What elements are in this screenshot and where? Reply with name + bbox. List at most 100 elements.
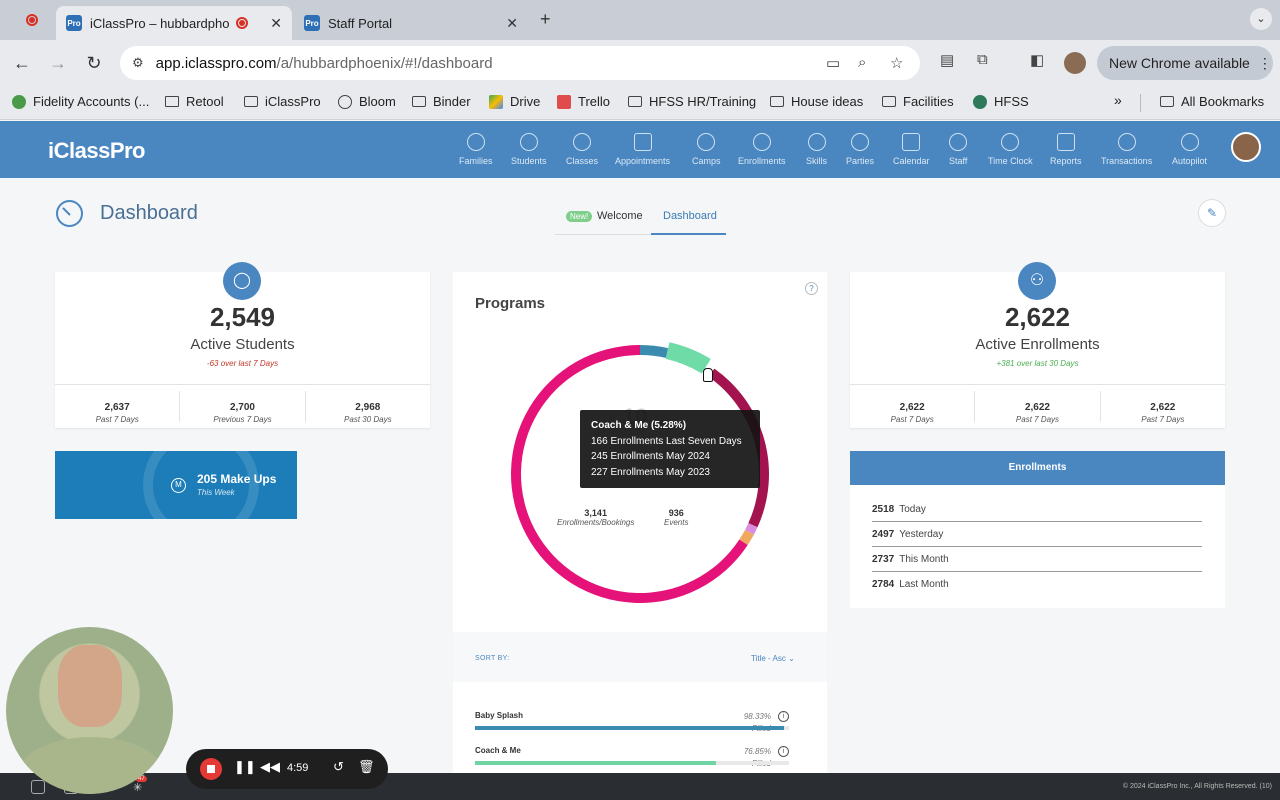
- pause-icon[interactable]: ❚❚: [234, 759, 256, 775]
- progress-track: [475, 726, 789, 730]
- makeups-title: 205 Make Ups: [197, 472, 277, 486]
- rewind-icon[interactable]: ◀◀: [260, 759, 280, 775]
- nav-appointments[interactable]: Appointments: [615, 133, 670, 166]
- bookmark-label: Trello: [578, 94, 611, 109]
- bookmark-all[interactable]: All Bookmarks: [1160, 94, 1264, 109]
- stat-label: Enrollments/Bookings: [557, 518, 635, 527]
- close-tab-icon[interactable]: ✕: [506, 15, 518, 32]
- user-avatar[interactable]: [1231, 132, 1261, 162]
- bookmark-hfss[interactable]: HFSS: [973, 94, 1029, 109]
- stat-value: 936: [668, 508, 684, 518]
- active-enrollments-card: ⚇ 2,622 Active Enrollments +381 over las…: [850, 262, 1225, 428]
- program-row-baby-splash[interactable]: Baby Splash 98.33%Filled i: [475, 711, 789, 733]
- info-icon[interactable]: i: [778, 711, 789, 722]
- refresh-icon: [1117, 133, 1136, 151]
- more-menu-icon: ⋮: [1257, 54, 1272, 71]
- nav-classes[interactable]: Classes: [566, 133, 598, 166]
- nav-students[interactable]: Students: [511, 133, 547, 166]
- info-icon[interactable]: i: [778, 746, 789, 757]
- edit-pencil-icon[interactable]: ✎: [1198, 199, 1226, 227]
- nav-families[interactable]: Families: [459, 133, 493, 166]
- tab-iclasspro[interactable]: Pro iClassPro – hubbardphoenix ✕: [56, 6, 292, 40]
- make-ups-tile[interactable]: M 205 Make Ups This Week: [55, 451, 297, 519]
- staff-icon: [949, 133, 968, 151]
- calendar-icon: [902, 133, 921, 151]
- stat-item: 2,968 Past 30 Days: [306, 391, 430, 424]
- address-bar[interactable]: ⚙ app.iclasspro.com/a/hubbardphoenix/#!/…: [120, 46, 920, 80]
- stat-value: 2,622: [1024, 402, 1050, 413]
- nav-calendar[interactable]: Calendar: [893, 133, 930, 166]
- trash-icon[interactable]: 🗑: [358, 759, 375, 775]
- tab-search-chevron-icon[interactable]: ⌄: [1250, 8, 1272, 30]
- stat-item: 2,622 Past 7 Days: [1101, 391, 1225, 424]
- active-enrollments-label: Active Enrollments: [975, 336, 1100, 353]
- bookmark-retool[interactable]: Retool: [165, 94, 224, 109]
- percent-value: 98.33%: [743, 712, 771, 721]
- nav-skills[interactable]: Skills: [806, 133, 827, 166]
- bookmark-star-icon[interactable]: ☆: [890, 54, 903, 72]
- tab-dashboard[interactable]: Dashboard: [663, 210, 717, 222]
- bookmark-binder[interactable]: Binder: [412, 94, 471, 109]
- classes-icon: [573, 133, 591, 151]
- nav-time-clock[interactable]: Time Clock: [988, 133, 1033, 166]
- enrollment-period: Last Month: [899, 579, 949, 590]
- reload-icon[interactable]: ↻: [82, 51, 106, 75]
- camera-icon[interactable]: ▭: [826, 54, 840, 72]
- bookmark-fidelity[interactable]: Fidelity Accounts (...: [12, 94, 149, 109]
- group-icon: ⚇: [1018, 262, 1056, 300]
- webcam-bubble[interactable]: [6, 627, 173, 794]
- trello-icon: [557, 94, 571, 109]
- fidelity-icon: [12, 94, 26, 109]
- bookmark-iclasspro[interactable]: iClassPro: [244, 94, 321, 109]
- enrollment-count: 2497: [872, 529, 895, 540]
- nav-enrollments[interactable]: Enrollments: [738, 133, 786, 166]
- bookmark-trello[interactable]: Trello: [557, 94, 610, 109]
- new-tab-icon[interactable]: +: [540, 9, 551, 30]
- help-icon[interactable]: ?: [805, 282, 818, 295]
- nav-camps[interactable]: Camps: [692, 133, 721, 166]
- stop-recording-button[interactable]: [200, 758, 222, 780]
- nav-reports[interactable]: Reports: [1050, 133, 1082, 166]
- site-settings-icon[interactable]: ⚙: [132, 55, 144, 71]
- zoom-icon[interactable]: ⌕: [858, 54, 866, 71]
- sort-dropdown[interactable]: Title - Asc ⌄: [751, 654, 795, 663]
- tab-title: Staff Portal: [328, 15, 393, 31]
- side-panel-icon[interactable]: ◧: [1030, 51, 1044, 69]
- more-bookmarks-chevron-icon[interactable]: »: [1114, 92, 1122, 108]
- profile-avatar[interactable]: [1064, 52, 1086, 74]
- tab-staff-portal[interactable]: Pro Staff Portal ✕: [294, 6, 528, 40]
- reading-list-icon[interactable]: ▤: [940, 51, 954, 69]
- close-tab-icon[interactable]: ✕: [270, 15, 282, 32]
- folder-icon: [244, 96, 258, 107]
- retool-icon: [165, 96, 179, 107]
- autopilot-icon: [1180, 133, 1199, 151]
- progress-track: [475, 761, 789, 765]
- program-percent: 76.85%Filled: [744, 746, 771, 770]
- nav-transactions[interactable]: Transactions: [1101, 133, 1152, 166]
- nav-parties[interactable]: Parties: [846, 133, 874, 166]
- app-logo[interactable]: iClassPro: [48, 138, 146, 164]
- bookmark-hfss-hr[interactable]: HFSS HR/Training: [628, 94, 756, 109]
- enrollment-count: 2737: [872, 554, 895, 565]
- extensions-icon[interactable]: ⧉: [977, 51, 988, 68]
- nav-staff[interactable]: Staff: [949, 133, 967, 166]
- program-row-coach-and-me[interactable]: Coach & Me 76.85%Filled i: [475, 746, 789, 768]
- forward-arrow-icon[interactable]: →: [46, 51, 70, 75]
- chrome-update-button[interactable]: New Chrome available ⋮: [1097, 46, 1273, 80]
- nav-autopilot[interactable]: Autopilot: [1172, 133, 1207, 166]
- browser-tab-strip: Pro iClassPro – hubbardphoenix ✕ Pro Sta…: [0, 0, 1280, 40]
- stat-value: 2,622: [899, 402, 925, 413]
- donut-slice-0[interactable]: [640, 345, 669, 358]
- bookmark-house-ideas[interactable]: House ideas: [770, 94, 863, 109]
- bookmark-drive[interactable]: Drive: [489, 94, 540, 109]
- bookmark-label: Binder: [433, 94, 471, 109]
- enrollments-delta: +381 over last 30 Days: [996, 359, 1079, 368]
- bookmark-facilities[interactable]: Facilities: [882, 94, 954, 109]
- tab-welcome[interactable]: Welcome: [597, 210, 643, 222]
- bookmark-bloom[interactable]: Bloom: [338, 94, 396, 109]
- makeup-icon: M: [171, 478, 186, 493]
- restart-icon[interactable]: ↺: [333, 759, 344, 775]
- folder-icon: [882, 96, 896, 107]
- back-arrow-icon[interactable]: ←: [10, 51, 34, 75]
- bookmarks-bar: Fidelity Accounts (... Retool iClassPro …: [0, 86, 1280, 120]
